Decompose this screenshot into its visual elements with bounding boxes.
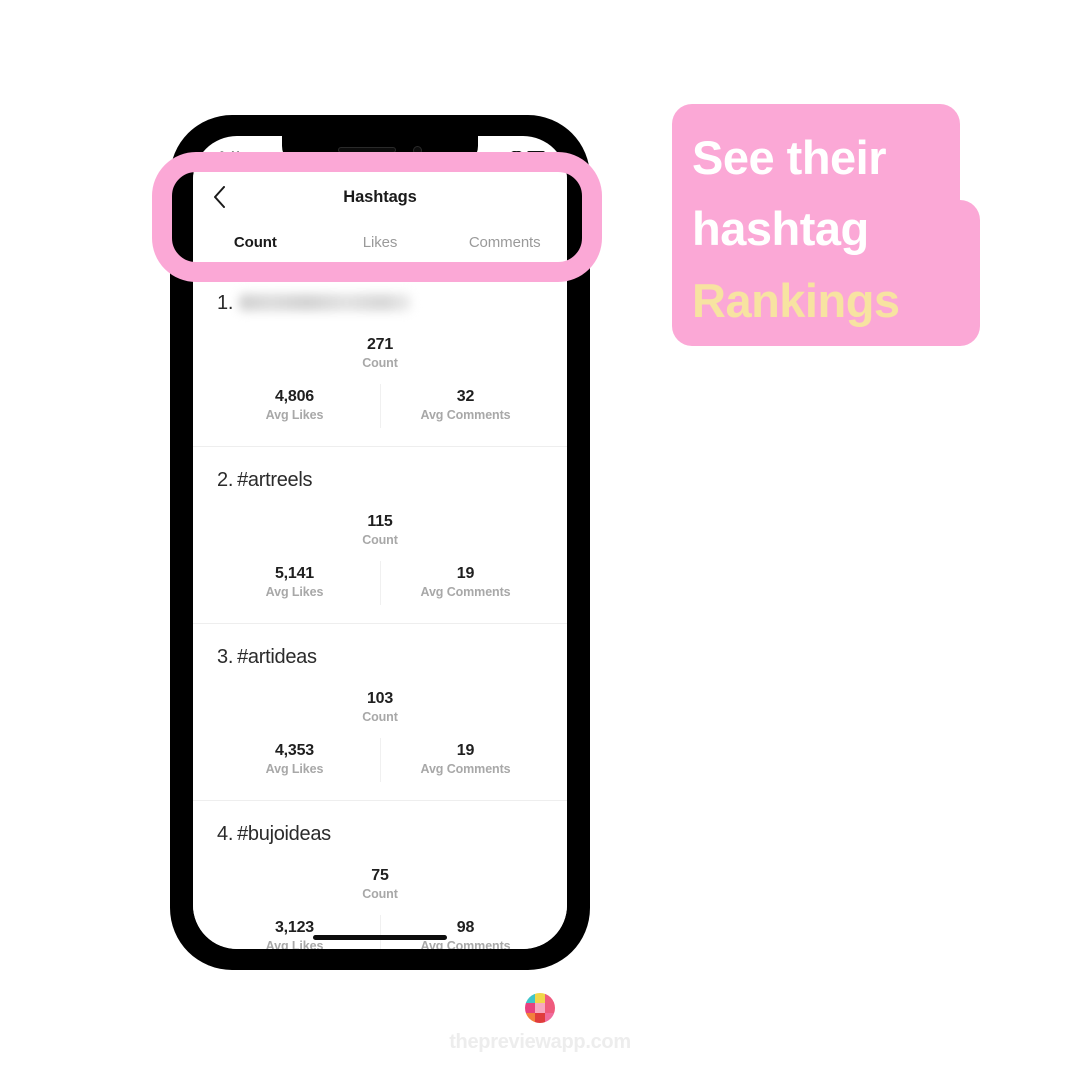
count-value: 75 (371, 867, 389, 884)
avg-comments-label: Avg Comments (420, 585, 511, 600)
split-metrics: 4,806 Avg Likes 32 Avg Comments (209, 383, 551, 429)
count-value: 271 (366, 336, 394, 353)
avg-likes-metric: 3,123 Avg Likes (209, 919, 380, 949)
avg-likes-label: Avg Likes (265, 762, 324, 777)
status-bar-time: 9:41 (219, 150, 242, 162)
hashtag-row[interactable]: 2. #artreels 115 Count 5,141 Avg Likes 19… (193, 447, 567, 624)
avg-comments-metric: 19 Avg Comments (380, 560, 551, 606)
count-metric: 115 Count (193, 513, 567, 547)
phone-screen: 9:41 Hashtags Count Likes Comments 1. 27… (193, 136, 567, 949)
avg-comments-label: Avg Comments (420, 939, 511, 949)
avg-comments-metric: 32 Avg Comments (380, 383, 551, 429)
count-label: Count (362, 710, 398, 725)
avg-likes-label: Avg Likes (265, 939, 324, 949)
logo-cell (535, 993, 545, 1003)
logo-cell (525, 1013, 535, 1023)
avg-comments-label: Avg Comments (420, 762, 511, 777)
count-value: 103 (366, 690, 394, 707)
battery-icon (527, 151, 547, 161)
count-label: Count (362, 356, 398, 371)
notch-speaker-icon (338, 147, 396, 153)
count-label: Count (362, 533, 398, 548)
hashtag-label: #artreels (237, 469, 313, 491)
signal-bars-icon (495, 151, 506, 161)
page-title: Hashtags (343, 187, 417, 206)
logo-cell (535, 1013, 545, 1023)
callout-line-3: Rankings (692, 273, 900, 327)
phone-notch (282, 136, 478, 166)
callout-badge: See their hashtag Rankings (672, 104, 980, 346)
avg-comments-label: Avg Comments (420, 408, 511, 423)
avg-comments-value: 32 (456, 388, 475, 405)
notch-camera-icon (413, 146, 422, 155)
avg-likes-value: 4,353 (274, 742, 315, 759)
callout-line-1: See their (692, 131, 887, 184)
hashtag-rank: 4. (217, 823, 234, 845)
footer-url: thepreviewapp.com (449, 1031, 631, 1053)
logo-cell (535, 1003, 545, 1013)
wifi-icon (510, 151, 523, 161)
preview-app-logo-icon (525, 993, 555, 1023)
avg-likes-metric: 4,806 Avg Likes (209, 388, 380, 422)
hashtag-row[interactable]: 4. #bujoideas 75 Count 3,123 Avg Likes 98… (193, 801, 567, 949)
phone-mockup: 9:41 Hashtags Count Likes Comments 1. 27… (170, 115, 590, 970)
tab-bar: Count Likes Comments (193, 224, 567, 270)
avg-likes-metric: 4,353 Avg Likes (209, 742, 380, 776)
hashtag-name: 4. #bujoideas (217, 823, 331, 846)
callout-badge-text: See their hashtag Rankings (692, 122, 970, 336)
split-metrics: 5,141 Avg Likes 19 Avg Comments (209, 560, 551, 606)
logo-cell (525, 993, 535, 1003)
avg-likes-label: Avg Likes (265, 585, 324, 600)
logo-cell (525, 1003, 535, 1013)
count-label: Count (362, 887, 398, 902)
hashtag-rank: 1. (217, 292, 234, 314)
hashtag-name: 1. (217, 292, 412, 315)
hashtag-name: 3. #artideas (217, 646, 317, 669)
avg-likes-value: 5,141 (274, 565, 315, 582)
split-metrics: 4,353 Avg Likes 19 Avg Comments (209, 737, 551, 783)
footer-watermark: thepreviewapp.com (0, 990, 1080, 1054)
logo-cell (545, 993, 555, 1003)
avg-likes-metric: 5,141 Avg Likes (209, 565, 380, 599)
tab-comments[interactable]: Comments (442, 224, 567, 270)
avg-comments-value: 19 (456, 742, 475, 759)
hashtag-row[interactable]: 1. 271 Count 4,806 Avg Likes 32 Avg Comm… (193, 270, 567, 447)
avg-comments-metric: 98 Avg Comments (380, 914, 551, 949)
callout-line-2: hashtag (692, 202, 869, 256)
count-metric: 75 Count (193, 867, 567, 901)
hashtag-list[interactable]: 1. 271 Count 4,806 Avg Likes 32 Avg Comm… (193, 270, 567, 949)
hashtag-name: 2. #artreels (217, 469, 313, 492)
status-bar-indicators (495, 151, 547, 161)
count-metric: 103 Count (193, 690, 567, 724)
tab-likes[interactable]: Likes (318, 224, 443, 270)
count-value: 115 (367, 513, 393, 530)
split-metrics: 3,123 Avg Likes 98 Avg Comments (209, 914, 551, 949)
avg-comments-value: 19 (456, 565, 475, 582)
hashtag-label: #bujoideas (237, 823, 331, 845)
avg-likes-value: 4,806 (274, 388, 315, 405)
logo-cell (545, 1013, 555, 1023)
hashtag-label-blurred (239, 294, 412, 312)
avg-comments-metric: 19 Avg Comments (380, 737, 551, 783)
hashtag-row[interactable]: 3. #artideas 103 Count 4,353 Avg Likes 19… (193, 624, 567, 801)
logo-cell (545, 1003, 555, 1013)
hashtag-rank: 2. (217, 469, 234, 491)
tab-count[interactable]: Count (193, 224, 318, 270)
home-indicator (313, 935, 447, 940)
hashtag-rank: 3. (217, 646, 234, 668)
app-header: Hashtags (193, 170, 567, 225)
avg-likes-label: Avg Likes (265, 408, 324, 423)
hashtag-label: #artideas (237, 646, 317, 668)
count-metric: 271 Count (193, 336, 567, 370)
